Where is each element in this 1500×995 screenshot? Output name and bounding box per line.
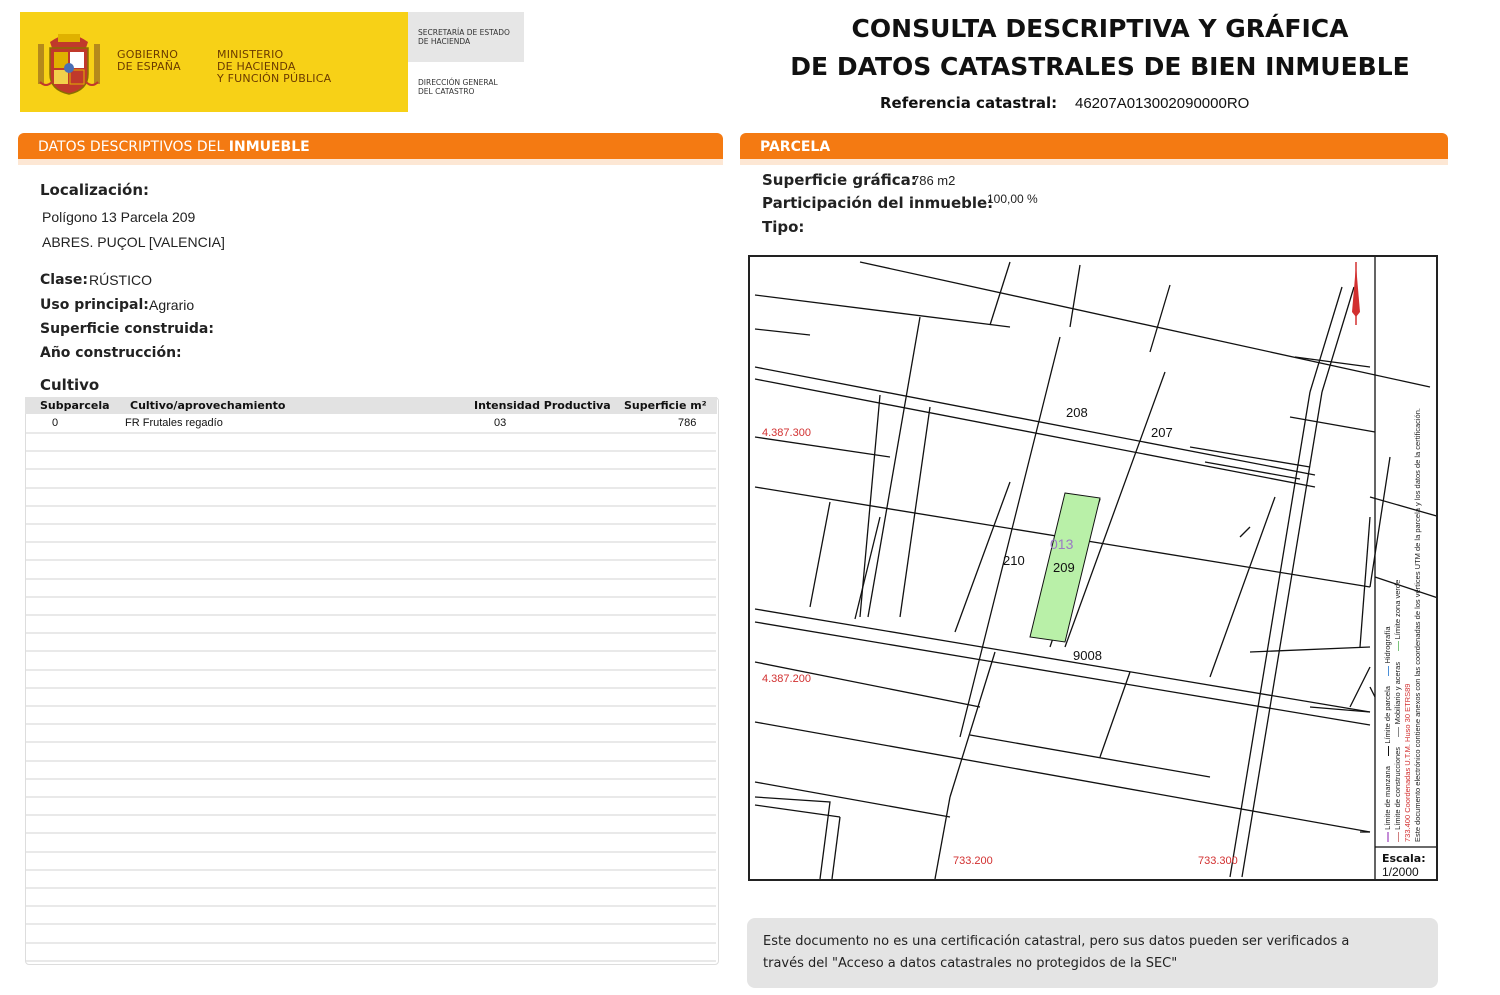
table-row <box>26 923 716 925</box>
table-row <box>26 468 716 470</box>
ministry-text: MINISTERIO DE HACIENDA Y FUNCIÓN PÚBLICA <box>217 49 331 85</box>
table-row <box>26 869 716 871</box>
gobierno-text: GOBIERNO DE ESPAÑA <box>117 49 181 73</box>
coat-of-arms-icon <box>36 26 102 96</box>
table-row <box>26 650 716 652</box>
table-row <box>26 687 716 689</box>
table-row <box>26 814 716 816</box>
coord-x-right: 733.300 <box>1198 855 1238 867</box>
table-row <box>26 796 716 798</box>
table-row <box>26 942 716 944</box>
table-row <box>26 705 716 707</box>
superficie-grafica-value: 786 m2 <box>912 173 955 188</box>
parcel-label-209: 209 <box>1053 560 1075 575</box>
th-intensidad: Intensidad Productiva <box>474 399 611 412</box>
polygon-label: 013 <box>1050 536 1073 552</box>
table-row <box>26 596 716 598</box>
coord-y-top: 4.387.300 <box>762 427 811 439</box>
localizacion-line2: ABRES. PUÇOL [VALENCIA] <box>42 234 225 250</box>
parcel-label-208: 208 <box>1066 405 1088 420</box>
cultivo-table-header <box>25 397 717 414</box>
table-row <box>26 778 716 780</box>
localizacion-label: Localización: <box>40 181 149 199</box>
ref-value: 46207A013002090000RO <box>1075 95 1249 112</box>
clase-value: RÚSTICO <box>89 272 152 288</box>
table-row <box>26 578 716 580</box>
superficie-grafica-label: Superficie gráfica: <box>762 171 917 189</box>
table-cell-cultivo: FR Frutales regadío <box>125 417 223 429</box>
participacion-label: Participación del inmueble: <box>762 194 993 212</box>
table-row <box>26 614 716 616</box>
table-cell-intensidad: 03 <box>494 417 506 429</box>
uso-label: Uso principal: <box>40 297 149 313</box>
section-underline <box>18 159 723 165</box>
table-row <box>26 432 716 434</box>
map-legend: Límite de manzana Límite de parcela Hidr… <box>1383 282 1423 842</box>
parcel-label-210: 210 <box>1003 553 1025 568</box>
table-row <box>26 541 716 543</box>
tipo-label: Tipo: <box>762 218 804 236</box>
coord-x-left: 733.200 <box>953 855 993 867</box>
descriptive-section-header: DATOS DESCRIPTIVOS DEL INMUEBLE <box>18 133 723 159</box>
scale-value: 1/2000 <box>1382 865 1419 879</box>
table-row <box>26 741 716 743</box>
table-cell-subparcela: 0 <box>52 417 58 429</box>
cadastral-map: 208 207 210 209 013 9008 4.387.300 4.387… <box>748 255 1438 881</box>
parcel-label-207: 207 <box>1151 425 1173 440</box>
road-label-9008: 9008 <box>1073 648 1102 663</box>
superficie-construida-label: Superficie construida: <box>40 321 214 337</box>
north-arrow-icon <box>1352 262 1360 325</box>
table-row <box>26 832 716 834</box>
th-superficie: Superficie m² <box>624 399 707 412</box>
table-row <box>26 723 716 725</box>
th-subparcela: Subparcela <box>40 399 110 412</box>
table-cell-superficie: 786 <box>678 417 696 429</box>
disclaimer-text: Este documento no es una certificación c… <box>763 931 1423 975</box>
direccion-text: DIRECCIÓN GENERAL DEL CATASTRO <box>418 78 498 96</box>
table-row <box>26 887 716 889</box>
table-row <box>26 523 716 525</box>
coord-y-bottom: 4.387.200 <box>762 673 811 685</box>
parcela-section-header: PARCELA <box>740 133 1448 159</box>
ref-label: Referencia catastral: <box>880 94 1057 112</box>
section-underline <box>740 159 1448 165</box>
table-row <box>26 450 716 452</box>
table-row <box>26 487 716 489</box>
secretaria-text: SECRETARÍA DE ESTADO DE HACIENDA <box>418 28 510 46</box>
clase-label: Clase: <box>40 272 88 288</box>
table-row <box>26 505 716 507</box>
page-title-line2: DE DATOS CATASTRALES DE BIEN INMUEBLE <box>700 52 1500 81</box>
cultivo-title: Cultivo <box>40 376 99 394</box>
cultivo-table <box>25 397 719 965</box>
table-row <box>26 559 716 561</box>
table-row <box>26 760 716 762</box>
anio-label: Año construcción: <box>40 345 182 361</box>
table-row <box>26 851 716 853</box>
uso-value: Agrario <box>149 297 194 313</box>
table-row <box>26 960 716 962</box>
map-drawing <box>750 257 1436 879</box>
scale-label: Escala: <box>1382 852 1426 865</box>
th-cultivo: Cultivo/aprovechamiento <box>130 399 285 412</box>
participacion-value: 100,00 % <box>987 192 1038 206</box>
table-row <box>26 632 716 634</box>
table-row <box>26 669 716 671</box>
page-title-line1: CONSULTA DESCRIPTIVA Y GRÁFICA <box>700 14 1500 43</box>
table-row <box>26 905 716 907</box>
localizacion-line1: Polígono 13 Parcela 209 <box>42 209 195 225</box>
